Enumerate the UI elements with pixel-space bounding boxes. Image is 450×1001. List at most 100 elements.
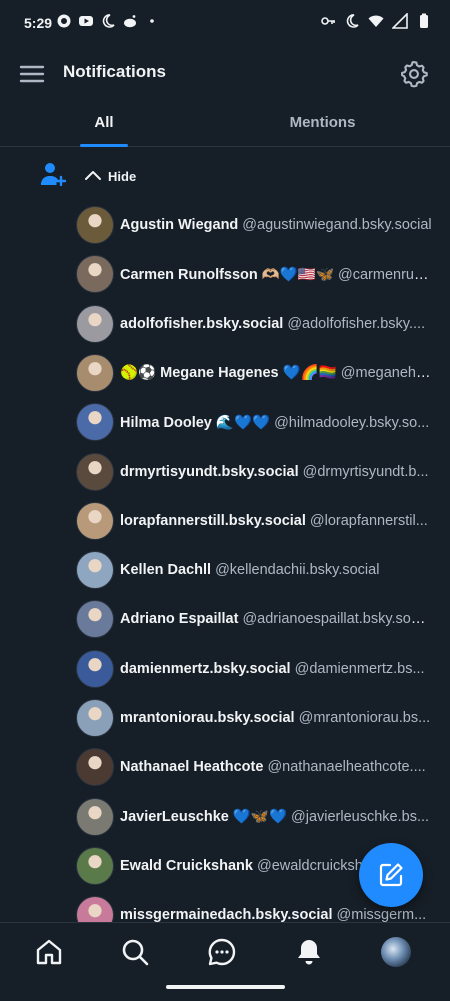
profile-tab[interactable] (381, 937, 411, 967)
tab-mentions-label: Mentions (289, 113, 356, 131)
notification-tabs: All Mentions (0, 98, 450, 147)
follower-row[interactable]: adolfofisher.bsky.social @adolfofisher.bs… (76, 304, 450, 344)
follower-text: Agustin Wiegand @agustinwiegand.bsky.soci… (120, 217, 432, 233)
user-handle: @adrianoespaillat.bsky.social (242, 611, 432, 628)
user-handle: @javierleuschke.bs... (291, 809, 430, 826)
bottom-navigation (0, 922, 450, 1001)
user-handle: @kellendachii.bsky.social (215, 562, 380, 579)
follower-row[interactable]: Kellen Dachll @kellendachii.bsky.social (76, 550, 450, 590)
hide-button[interactable]: Hide (84, 167, 136, 185)
avatar[interactable] (76, 353, 114, 392)
follower-row[interactable]: drmyrtisyundt.bsky.social @drmyrtisyundt.… (76, 452, 450, 492)
user-handle: @missgerm... (336, 907, 427, 922)
bell-icon[interactable] (294, 937, 324, 967)
profile-avatar (381, 937, 411, 967)
status-time: 5:29 (24, 15, 53, 31)
display-name: adolfofisher.bsky.social (120, 315, 284, 332)
avatar[interactable] (76, 304, 114, 343)
app-bar: Notifications (0, 48, 450, 98)
follower-row[interactable]: mrantoniorau.bsky.social @mrantoniorau.bs… (76, 698, 450, 738)
follower-text: 🥎⚽ Megane Hagenes 💙🌈🏳️‍🌈 @meganeha... (120, 364, 432, 381)
wifi-icon (368, 15, 384, 27)
signal-icon (392, 13, 408, 29)
display-name: drmyrtisyundt.bsky.social (120, 463, 299, 480)
display-name: Carmen Runolfsson 🫶🏼💙🇺🇸🦋 (120, 266, 335, 283)
avatar[interactable] (76, 846, 114, 885)
status-bar: 5:29 (0, 0, 450, 48)
avatar[interactable] (76, 501, 114, 540)
display-name: Agustin Wiegand (120, 217, 239, 233)
dnd-moon-icon (346, 14, 359, 28)
avatar[interactable] (76, 551, 114, 590)
youtube-icon (79, 16, 93, 26)
menu-icon[interactable] (18, 60, 46, 88)
follower-list: Agustin Wiegand @agustinwiegand.bsky.soci… (0, 200, 450, 922)
user-handle: @mrantoniorau.bs... (298, 710, 431, 726)
user-handle: @nathanaelheathcote.... (267, 759, 426, 776)
display-name: Adriano Espaillat (120, 611, 239, 628)
follower-row[interactable]: 🥎⚽ Megane Hagenes 💙🌈🏳️‍🌈 @meganeha... (76, 353, 450, 393)
follower-row[interactable]: Carmen Runolfsson 🫶🏼💙🇺🇸🦋 @carmenrun... (76, 254, 450, 294)
tab-all-label: All (94, 113, 114, 131)
follower-text: damienmertz.bsky.social @damienmertz.bs..… (120, 661, 432, 677)
follower-text: missgermainedach.bsky.social @missgerm... (120, 907, 432, 922)
follower-row[interactable]: Agustin Wiegand @agustinwiegand.bsky.soci… (76, 205, 450, 245)
status-system-icons (320, 13, 432, 29)
compose-icon (379, 863, 403, 887)
user-handle: @ewaldcruicksh... (256, 857, 375, 874)
user-handle: @hilmadooley.bsky.so... (274, 414, 430, 431)
follower-row[interactable]: lorapfannerstill.bsky.social @lorapfanner… (76, 501, 450, 541)
follower-text: JavierLeuschke 💙🦋💙 @javierleuschke.bs... (120, 808, 432, 825)
follower-row[interactable]: Hilma Dooley 🌊💙💙 @hilmadooley.bsky.so... (76, 402, 450, 442)
hide-label: Hide (108, 168, 137, 184)
follower-row[interactable]: damienmertz.bsky.social @damienmertz.bs..… (76, 649, 450, 689)
key-icon (321, 17, 335, 25)
follower-text: Carmen Runolfsson 🫶🏼💙🇺🇸🦋 @carmenrun... (120, 266, 432, 283)
avatar[interactable] (76, 403, 114, 442)
follower-text: adolfofisher.bsky.social @adolfofisher.bs… (120, 316, 432, 332)
avatar[interactable] (76, 748, 114, 787)
tab-active-indicator (80, 144, 128, 147)
display-name: lorapfannerstill.bsky.social (120, 512, 306, 529)
app-notification-icon (57, 14, 71, 28)
follower-row[interactable]: JavierLeuschke 💙🦋💙 @javierleuschke.bs... (76, 797, 450, 837)
display-name: mrantoniorau.bsky.social (120, 710, 295, 726)
user-handle: @adolfofisher.bsky.... (287, 315, 426, 332)
avatar[interactable] (76, 699, 114, 737)
moon-badge-icon (102, 14, 115, 28)
avatar[interactable] (76, 649, 114, 688)
tab-mentions[interactable]: Mentions (225, 98, 420, 146)
chevron-up-icon (85, 171, 101, 180)
user-handle: @agustinwiegand.bsky.social (242, 217, 432, 233)
gear-icon[interactable] (400, 60, 428, 88)
reddit-icon (124, 15, 136, 28)
avatar[interactable] (76, 255, 114, 294)
user-handle: @meganeha... (340, 365, 432, 382)
search-icon[interactable] (120, 937, 150, 967)
user-handle: @lorapfannerstil... (309, 512, 428, 529)
gesture-home-indicator[interactable] (166, 985, 285, 989)
user-plus-icon (41, 163, 66, 187)
avatar[interactable] (76, 206, 114, 244)
display-name: JavierLeuschke 💙🦋💙 (120, 809, 288, 826)
follower-text: lorapfannerstill.bsky.social @lorapfanner… (120, 513, 432, 529)
follower-text: drmyrtisyundt.bsky.social @drmyrtisyundt.… (120, 464, 432, 480)
avatar[interactable] (76, 896, 114, 922)
avatar[interactable] (76, 600, 114, 639)
follower-text: Hilma Dooley 🌊💙💙 @hilmadooley.bsky.so... (120, 414, 432, 431)
follower-row[interactable]: Adriano Espaillat @adrianoespaillat.bsky.… (76, 599, 450, 639)
user-handle: @damienmertz.bs... (294, 660, 425, 677)
follower-row[interactable]: Nathanael Heathcote @nathanaelheathcote..… (76, 747, 450, 787)
page-title: Notifications (63, 62, 166, 81)
follower-text: Adriano Espaillat @adrianoespaillat.bsky.… (120, 611, 432, 627)
tab-all[interactable]: All (0, 98, 208, 146)
display-name: damienmertz.bsky.social (120, 660, 291, 677)
compose-button[interactable] (359, 843, 423, 907)
chat-icon[interactable] (207, 937, 237, 967)
user-handle: @drmyrtisyundt.b... (302, 463, 429, 480)
avatar[interactable] (76, 452, 114, 491)
follow-notification-header: Hide (0, 158, 450, 198)
avatar[interactable] (76, 797, 114, 836)
home-icon[interactable] (34, 937, 64, 967)
status-notification-icons (56, 13, 160, 29)
